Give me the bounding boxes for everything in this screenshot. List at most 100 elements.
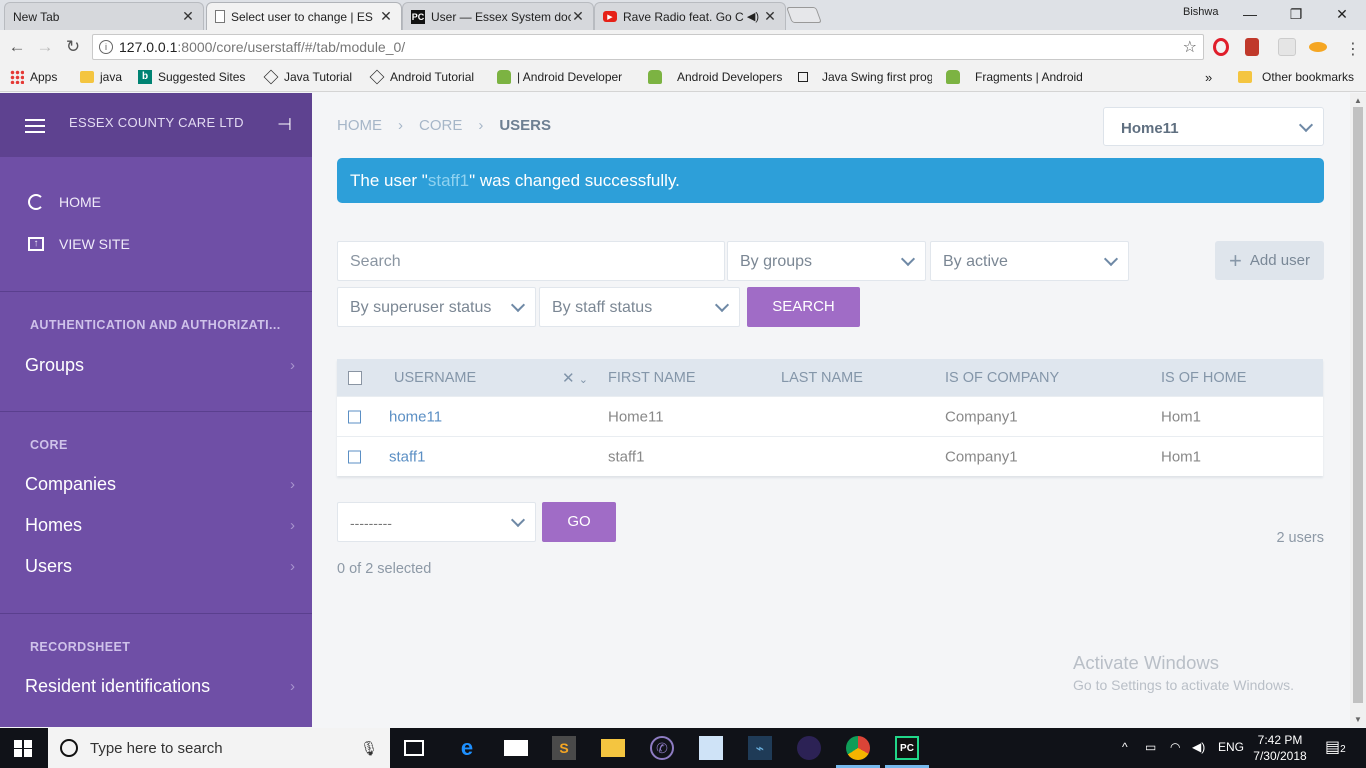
- close-icon[interactable]: ✕: [379, 8, 393, 25]
- tab-select-user[interactable]: Select user to change | ES ✕: [206, 2, 402, 30]
- tab-essex-docs[interactable]: PC User — Essex System doc ✕: [402, 2, 594, 30]
- sidebar-item-users[interactable]: Users ›: [25, 556, 295, 577]
- column-is-of-company[interactable]: IS OF COMPANY: [945, 370, 1059, 386]
- bookmark-java[interactable]: java: [80, 70, 122, 84]
- forward-icon[interactable]: →: [34, 36, 56, 58]
- home-select[interactable]: Home11: [1103, 107, 1324, 146]
- row-checkbox[interactable]: [348, 450, 361, 463]
- close-icon[interactable]: ✕: [763, 8, 777, 25]
- scroll-down-icon[interactable]: ▼: [1354, 715, 1362, 724]
- filter-groups-select[interactable]: By groups: [727, 241, 926, 281]
- filter-superuser-select[interactable]: By superuser status: [337, 287, 536, 327]
- add-user-button[interactable]: + Add user: [1215, 241, 1324, 280]
- windows-start-icon[interactable]: [14, 740, 32, 757]
- page-scrollbar[interactable]: ▲ ▼: [1350, 93, 1366, 727]
- bookmark-java-tutorial[interactable]: Java Tutorial: [263, 69, 352, 85]
- system-clock[interactable]: 7:42 PM 7/30/2018: [1250, 732, 1310, 764]
- edge-icon[interactable]: e: [455, 735, 479, 760]
- username-link[interactable]: home11: [389, 408, 442, 425]
- folder-icon: [1238, 71, 1252, 83]
- breadcrumb-home[interactable]: HOME: [337, 117, 382, 134]
- book-extension-icon[interactable]: [1245, 38, 1259, 56]
- tab-rave-radio[interactable]: ▶ Rave Radio feat. Go C ◀) ✕: [594, 2, 786, 30]
- language-indicator[interactable]: ENG: [1218, 740, 1244, 754]
- bookmark-android-tutorial[interactable]: Android Tutorial: [369, 69, 474, 85]
- select-all-checkbox[interactable]: [348, 370, 362, 385]
- hamburger-menu-icon[interactable]: [25, 119, 45, 133]
- bookmark-java-swing[interactable]: Java Swing first prog: [798, 70, 932, 84]
- speaker-icon[interactable]: ◀): [747, 10, 759, 23]
- bookmark-other[interactable]: Other bookmarks: [1238, 70, 1354, 84]
- sublime-icon[interactable]: S: [552, 736, 576, 760]
- row-checkbox[interactable]: [348, 410, 361, 423]
- new-tab-button[interactable]: [786, 7, 822, 23]
- chevron-right-icon: ›: [478, 117, 484, 134]
- column-first-name[interactable]: FIRST NAME: [608, 370, 696, 386]
- sidebar-link-home[interactable]: HOME: [27, 193, 101, 211]
- bookmark-android-developers[interactable]: Android Developers: [648, 70, 782, 84]
- eclipse-icon[interactable]: [797, 736, 821, 760]
- scroll-up-icon[interactable]: ▲: [1354, 96, 1362, 105]
- close-icon[interactable]: ✕: [571, 8, 585, 25]
- opera-icon[interactable]: [1213, 38, 1229, 56]
- bookmark-android-developer[interactable]: | Android Developer: [497, 70, 625, 84]
- mysql-workbench-icon[interactable]: ⌁: [748, 736, 772, 760]
- search-input[interactable]: Search: [337, 241, 725, 281]
- pin-icon[interactable]: ⊣: [277, 115, 292, 135]
- filter-active-select[interactable]: By active: [930, 241, 1129, 281]
- maximize-icon[interactable]: ❐: [1276, 3, 1316, 25]
- reload-icon[interactable]: ↻: [62, 36, 84, 58]
- sidebar-item-resident-identifications[interactable]: Resident identifications ›: [25, 676, 295, 697]
- breadcrumb-core[interactable]: CORE: [419, 117, 462, 134]
- taskbar-search[interactable]: Type here to search 🎙: [48, 728, 390, 768]
- bookmark-fragments[interactable]: Fragments | Android: [946, 70, 1083, 84]
- battery-icon[interactable]: ▭: [1145, 740, 1156, 754]
- extension-icon[interactable]: [1278, 38, 1296, 56]
- wifi-icon[interactable]: ◠: [1170, 740, 1180, 754]
- activate-windows-subtitle: Go to Settings to activate Windows.: [1073, 677, 1294, 693]
- minimize-icon[interactable]: —: [1230, 3, 1270, 25]
- close-icon[interactable]: ✕: [562, 370, 575, 387]
- action-select[interactable]: ---------: [337, 502, 536, 542]
- microphone-icon[interactable]: 🎙: [360, 740, 378, 757]
- page-icon: [798, 72, 808, 82]
- column-last-name[interactable]: LAST NAME: [781, 370, 863, 386]
- sidebar-link-view-site[interactable]: ↑ VIEW SITE: [27, 235, 130, 253]
- scrollbar-thumb[interactable]: [1353, 107, 1363, 703]
- profile-name[interactable]: Bishwa: [1183, 6, 1218, 18]
- filter-staff-select[interactable]: By staff status: [539, 287, 740, 327]
- file-explorer-icon[interactable]: [601, 739, 625, 757]
- search-button[interactable]: SEARCH: [747, 287, 860, 327]
- username-link[interactable]: staff1: [389, 448, 425, 465]
- mail-icon[interactable]: [504, 740, 528, 756]
- pycharm-icon[interactable]: PC: [895, 736, 919, 760]
- back-icon[interactable]: ←: [6, 36, 28, 58]
- sort-controls[interactable]: ✕ ⌄: [562, 369, 588, 387]
- message-username-link[interactable]: staff1: [428, 171, 469, 190]
- sidebar-item-companies[interactable]: Companies ›: [25, 474, 295, 495]
- close-icon[interactable]: ✕: [181, 8, 195, 25]
- info-icon[interactable]: i: [99, 40, 113, 54]
- task-view-icon[interactable]: [404, 740, 424, 756]
- virtualbox-icon[interactable]: [699, 736, 723, 760]
- chevron-down-icon[interactable]: ⌄: [579, 374, 588, 386]
- column-username[interactable]: USERNAME: [394, 370, 476, 386]
- bookmark-apps[interactable]: Apps: [10, 70, 57, 84]
- viber-icon[interactable]: ✆: [650, 736, 674, 760]
- bookmark-star-icon[interactable]: ☆: [1183, 37, 1197, 57]
- sidebar-item-groups[interactable]: Groups ›: [25, 355, 295, 376]
- sidebar-item-homes[interactable]: Homes ›: [25, 515, 295, 536]
- tab-new-tab[interactable]: New Tab ✕: [4, 2, 204, 30]
- go-button[interactable]: GO: [542, 502, 616, 542]
- column-is-of-home[interactable]: IS OF HOME: [1161, 370, 1246, 386]
- chrome-icon[interactable]: [846, 736, 870, 760]
- bookmark-suggested-sites[interactable]: b Suggested Sites: [138, 70, 245, 84]
- address-bar[interactable]: i 127.0.0.1:8000/core/userstaff/#/tab/mo…: [92, 34, 1204, 60]
- menu-icon[interactable]: ⋮: [1345, 39, 1361, 59]
- window-close-icon[interactable]: ✕: [1322, 3, 1362, 25]
- show-hidden-icons[interactable]: ^: [1122, 740, 1128, 754]
- bookmarks-overflow-button[interactable]: »: [1205, 70, 1212, 85]
- notifications-icon[interactable]: ▤2: [1325, 737, 1346, 757]
- extension-orange-icon[interactable]: [1309, 42, 1327, 52]
- volume-icon[interactable]: ◀): [1192, 740, 1205, 754]
